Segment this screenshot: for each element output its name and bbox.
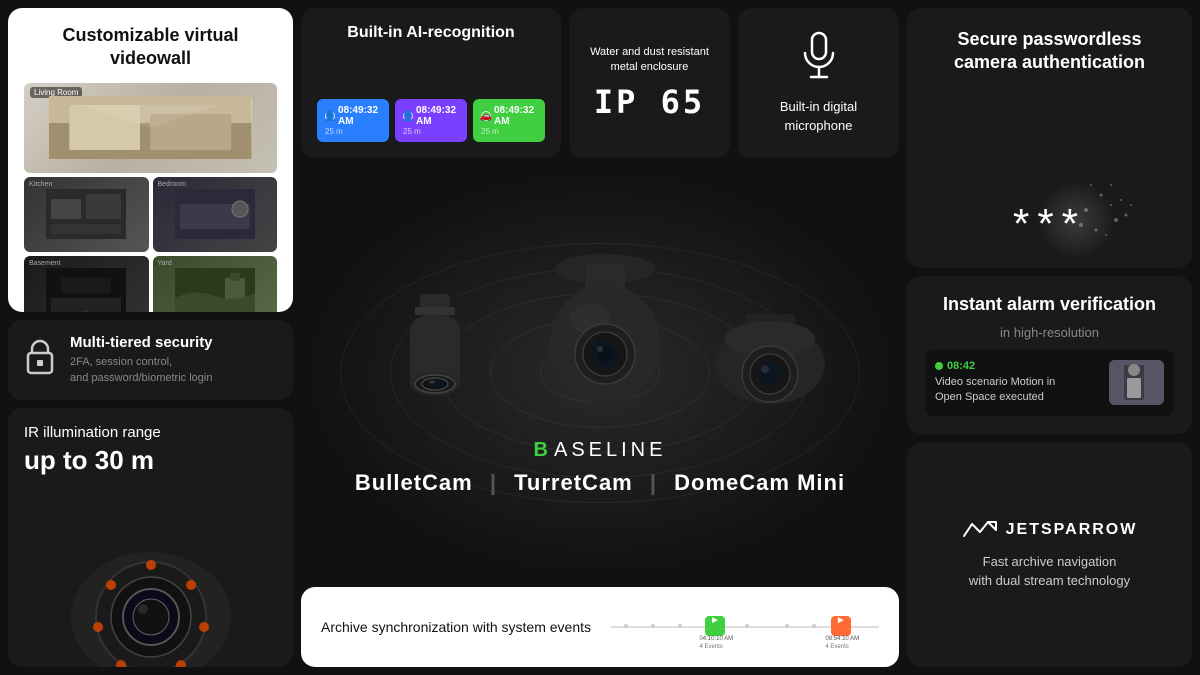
particle-effect <box>1026 170 1146 270</box>
ai-bars: 👤 08:49:32 AM 25 m 👤 08:49:32 AM 25 m 🚗 <box>317 99 545 142</box>
dome-cam-name: DomeCam Mini <box>674 470 845 495</box>
videowall-grid: Living Room Kitchen <box>24 83 277 313</box>
ai-title: Built-in AI-recognition <box>317 24 545 42</box>
bullet-cam <box>365 289 505 419</box>
alarm-preview: 08:42 Video scenario Motion in Open Spac… <box>925 350 1174 416</box>
ai-sub-1: 25 m <box>325 127 381 136</box>
svg-text:▣: ▣ <box>82 309 90 312</box>
bedroom-feed: Bedroom <box>153 177 278 252</box>
ip-badge: IP 65 <box>594 83 705 121</box>
bottom-row-feeds: Basement ▣ Yard <box>24 256 277 313</box>
ai-recognition-card: Built-in AI-recognition 👤 08:49:32 AM 25… <box>301 8 561 158</box>
alarm-title: Instant alarm verification <box>925 294 1174 315</box>
archive-timeline: ▶ 04:10:10 AM 4 Events ▶ 08:54:10 AM 4 E… <box>611 612 879 642</box>
archive-title: Archive synchronization with system even… <box>321 619 591 635</box>
jetsparrow-card: JETSPARROW Fast archive navigation with … <box>907 442 1192 667</box>
center-top-row: Built-in AI-recognition 👤 08:49:32 AM 25… <box>301 8 899 158</box>
archive-card: Archive synchronization with system even… <box>301 587 899 667</box>
jetsparrow-name: JETSPARROW <box>1006 521 1138 539</box>
ip-description: Water and dust resistant metal enclosure <box>590 45 709 76</box>
green-dot <box>935 362 943 370</box>
timeline-line: ▶ 04:10:10 AM 4 Events ▶ 08:54:10 AM 4 E… <box>611 626 879 628</box>
event-2-label: 4 Events <box>825 644 848 650</box>
microphone-icon <box>801 31 837 90</box>
ir-title: IR illumination range <box>24 424 277 441</box>
ai-bar-green: 🚗 08:49:32 AM 25 m <box>473 99 545 142</box>
passwordless-title: Secure passwordless camera authenticatio… <box>954 28 1145 75</box>
ai-time-3: 🚗 08:49:32 AM <box>481 105 537 127</box>
bullet-cam-name: BulletCam <box>355 470 473 495</box>
ai-bar-purple: 👤 08:49:32 AM 25 m <box>395 99 467 142</box>
ai-time-1: 👤 08:49:32 AM <box>325 105 381 127</box>
left-column: Customizable virtual videowall Living Ro… <box>8 8 293 667</box>
stars-area: *** <box>1013 200 1086 248</box>
separator-2: | <box>650 470 664 495</box>
bedroom-label: Bedroom <box>158 181 186 188</box>
microphone-text: Built-in digital microphone <box>754 98 883 134</box>
living-room-preview <box>49 96 251 159</box>
ai-sub-3: 25 m <box>481 127 537 136</box>
alarm-card: Instant alarm verification in high-resol… <box>907 276 1192 434</box>
middle-row-feeds: Kitchen Bedroom <box>24 177 277 252</box>
event-2-time: 08:54:10 AM <box>825 636 859 642</box>
ir-card: IR illumination range up to 30 m <box>8 408 293 667</box>
yard-label: Yard <box>158 260 172 267</box>
timeline-event-1: ▶ <box>705 616 725 636</box>
kitchen-label: Kitchen <box>29 181 52 188</box>
turret-cam <box>525 249 685 419</box>
turret-cam-name: TurretCam <box>514 470 633 495</box>
person-icon-1: 👤 <box>325 111 335 121</box>
alarm-subtitle: in high-resolution <box>925 325 1174 340</box>
kitchen-feed: Kitchen <box>24 177 149 252</box>
security-card: Multi-tiered security 2FA, session contr… <box>8 320 293 400</box>
passwordless-card: Secure passwordless camera authenticatio… <box>907 8 1192 268</box>
brand-name: ASELINE <box>554 439 666 462</box>
ip-card: Water and dust resistant metal enclosure… <box>569 8 730 158</box>
brand-line: B ASELINE <box>534 439 667 462</box>
separator-1: | <box>490 470 504 495</box>
videowall-card: Customizable virtual videowall Living Ro… <box>8 8 293 312</box>
security-title: Multi-tiered security <box>70 334 213 351</box>
basement-feed: Basement ▣ <box>24 256 149 313</box>
ir-camera-image <box>61 527 241 667</box>
basement-label: Basement <box>29 260 61 267</box>
alarm-preview-text: 08:42 Video scenario Motion in Open Spac… <box>935 360 1101 406</box>
jetsparrow-logo: JETSPARROW <box>962 518 1138 542</box>
person-icon-2: 👤 <box>403 111 413 121</box>
ai-sub-2: 25 m <box>403 127 459 136</box>
microphone-card: Built-in digital microphone <box>738 8 899 158</box>
person-icon-3: 🚗 <box>481 111 491 121</box>
jetsparrow-description: Fast archive navigation with dual stream… <box>969 552 1130 591</box>
security-description: 2FA, session control, and password/biome… <box>70 355 213 386</box>
lock-icon <box>24 339 56 382</box>
event-1-time: 04:10:10 AM <box>699 636 733 642</box>
camera-names: BulletCam | TurretCam | DomeCam Mini <box>355 470 845 496</box>
timeline-event-2: ▶ <box>831 616 851 636</box>
camera-showcase: B ASELINE BulletCam | TurretCam | DomeCa… <box>301 166 899 579</box>
videowall-title: Customizable virtual videowall <box>24 24 277 71</box>
ai-bar-blue: 👤 08:49:32 AM 25 m <box>317 99 389 142</box>
right-column: Secure passwordless camera authenticatio… <box>907 8 1192 667</box>
center-column: Built-in AI-recognition 👤 08:49:32 AM 25… <box>301 8 899 667</box>
security-info: Multi-tiered security 2FA, session contr… <box>70 334 213 386</box>
event-1-label: 4 Events <box>699 644 722 650</box>
alarm-thumbnail <box>1109 360 1164 405</box>
ai-time-2: 👤 08:49:32 AM <box>403 105 459 127</box>
cameras-display <box>365 249 835 419</box>
alarm-time: 08:42 <box>935 360 1101 372</box>
ir-range: up to 30 m <box>24 445 277 476</box>
yard-feed: Yard <box>153 256 278 313</box>
alarm-description: Video scenario Motion in Open Space exec… <box>935 375 1101 406</box>
living-room-feed: Living Room <box>24 83 277 173</box>
jetsparrow-icon <box>962 518 998 542</box>
dome-cam-mini <box>705 309 835 419</box>
brand-letter: B <box>534 439 548 462</box>
